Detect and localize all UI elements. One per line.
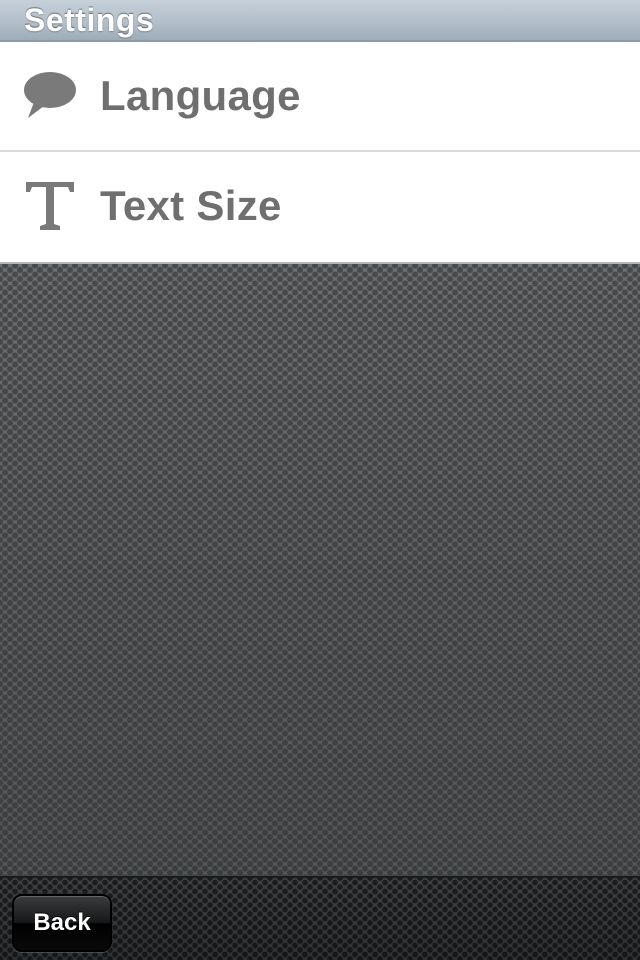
settings-item-label: Language — [100, 72, 301, 119]
bottom-toolbar: Back — [0, 876, 640, 960]
settings-item-language[interactable]: Language — [0, 42, 640, 152]
settings-item-text-size[interactable]: Text Size — [0, 152, 640, 264]
settings-list: Language Text Size — [0, 42, 640, 264]
text-size-icon — [26, 182, 74, 230]
back-button[interactable]: Back — [12, 894, 112, 952]
page-title: Settings — [24, 2, 155, 38]
settings-screen: { "header": { "title": "Settings" }, "li… — [0, 0, 640, 960]
settings-item-label: Text Size — [100, 182, 282, 229]
header-bar: Settings — [0, 0, 640, 42]
speech-bubble-icon — [24, 72, 76, 118]
